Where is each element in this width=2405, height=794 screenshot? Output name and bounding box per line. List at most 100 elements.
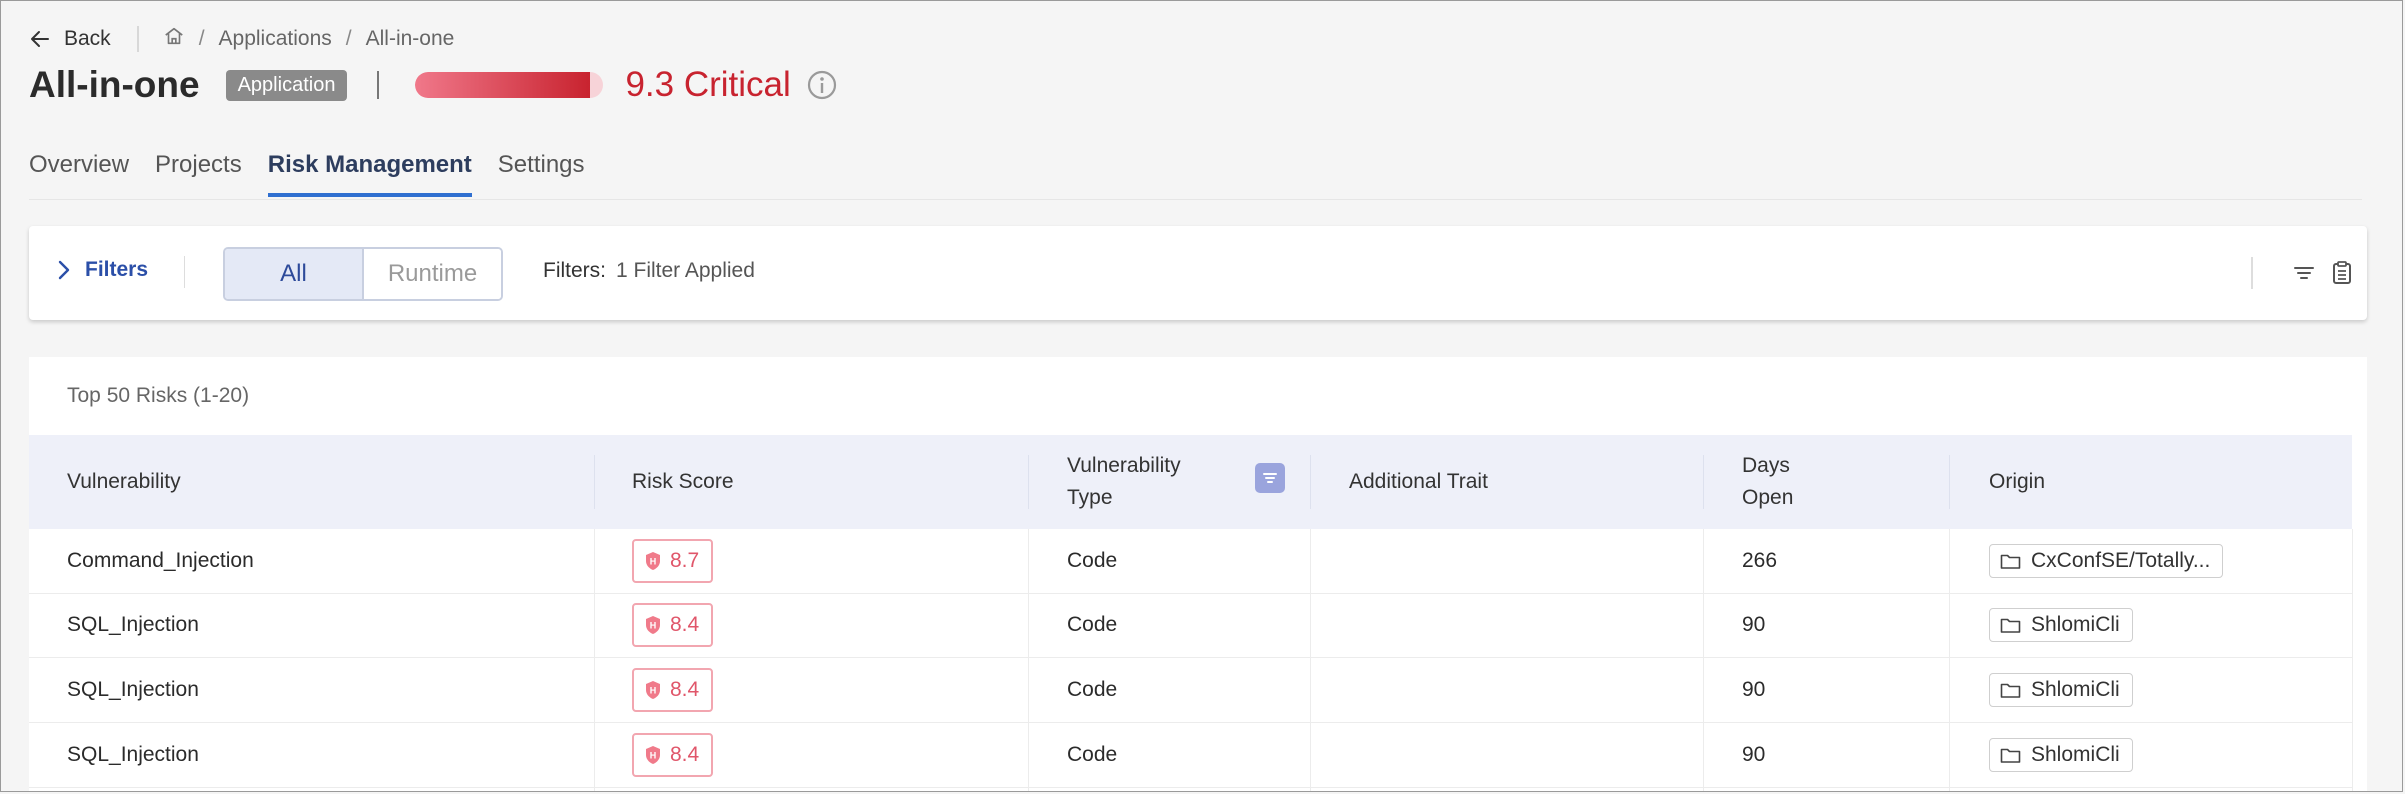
shield-icon: H: [646, 746, 660, 764]
tab-bar: Overview Projects Risk Management Settin…: [29, 151, 585, 197]
column-header-additional-trait[interactable]: Additional Trait: [1349, 435, 1488, 529]
title-row: All-in-one Application 9.3 Critical: [29, 61, 837, 109]
column-header-days-open[interactable]: Days Open: [1742, 435, 1793, 529]
column-divider: [594, 455, 595, 509]
risk-score-value: 8.4: [670, 743, 700, 766]
folder-icon: [2000, 618, 2021, 633]
origin-chip[interactable]: ShlomiCli: [1989, 608, 2133, 642]
filters-toggle-label: Filters: [85, 258, 149, 281]
vulnerability-type: Code: [1067, 743, 1118, 766]
risk-score-chip[interactable]: H 8.4: [632, 603, 714, 647]
column-divider: [2352, 529, 2353, 791]
tab-overview[interactable]: Overview: [29, 151, 129, 197]
breadcrumb-current: All-in-one: [365, 27, 455, 50]
column-divider: [1949, 455, 1950, 509]
filters-toggle[interactable]: Filters: [55, 258, 148, 282]
days-open: 266: [1742, 549, 1778, 572]
home-icon[interactable]: [163, 25, 185, 53]
breadcrumb: / Applications / All-in-one: [163, 25, 455, 53]
origin-chip[interactable]: ShlomiCli: [1989, 673, 2133, 707]
applied-filters-label: Filters:: [543, 259, 606, 282]
table-row[interactable]: SQL_Injection H 8.4 Code 90 ShlomiCli: [29, 658, 2352, 723]
table-title: Top 50 Risks (1-20): [67, 384, 250, 407]
breadcrumb-applications[interactable]: Applications: [219, 27, 332, 51]
clipboard-icon[interactable]: [2329, 260, 2355, 286]
risk-score-chip[interactable]: H 8.4: [632, 668, 714, 712]
column-divider: [1703, 455, 1704, 509]
risk-score-value: 8.4: [670, 678, 700, 701]
risk-score-chip[interactable]: H 8.7: [632, 539, 714, 583]
chevron-right-icon: [58, 260, 70, 280]
origin-chip[interactable]: ShlomiCli: [1989, 738, 2133, 772]
breadcrumb-separator: /: [345, 27, 352, 50]
risk-score-bar: [415, 72, 604, 98]
vulnerability-type: Code: [1067, 678, 1118, 701]
shield-icon: H: [646, 616, 660, 634]
page-title: All-in-one: [29, 64, 200, 105]
filter-icon: [1263, 473, 1277, 483]
column-header-origin[interactable]: Origin: [1989, 435, 2045, 529]
table-row[interactable]: SQL_Injection H 8.4 Code 90 ShlomiCli: [29, 593, 2352, 658]
info-icon[interactable]: [807, 70, 837, 100]
filter-list-icon[interactable]: [2291, 260, 2317, 286]
risk-score-value: 8.4: [670, 613, 700, 636]
shield-icon: H: [646, 681, 660, 699]
vulnerability-name[interactable]: Command_Injection: [67, 529, 254, 593]
divider: [184, 256, 185, 288]
risk-score-bar-fill: [415, 72, 591, 98]
shield-icon: H: [646, 552, 660, 570]
column-divider: [1310, 455, 1311, 509]
arrow-left-icon: [31, 31, 49, 47]
column-header-type-line2: Type: [1067, 486, 1113, 509]
origin-label: ShlomiCli: [2031, 743, 2120, 766]
app-window: Back / Applications / All-in-one All-in-…: [0, 0, 2403, 792]
breadcrumb-separator: /: [198, 27, 205, 50]
back-button[interactable]: Back: [28, 27, 111, 51]
origin-label: ShlomiCli: [2031, 613, 2120, 636]
column-header-type-line1: Vulnerability: [1067, 454, 1181, 477]
divider: [136, 26, 139, 52]
severity-letter: H: [650, 686, 657, 696]
column-divider: [1028, 455, 1029, 509]
risk-score-label: 9.3 Critical: [625, 65, 791, 104]
column-header-risk-score[interactable]: Risk Score: [632, 435, 734, 529]
column-header-vulnerability[interactable]: Vulnerability: [67, 435, 181, 529]
segment-runtime[interactable]: Runtime: [364, 249, 501, 299]
severity-letter: H: [650, 557, 657, 567]
tab-projects[interactable]: Projects: [155, 151, 242, 197]
column-header-days-line2: Open: [1742, 486, 1794, 509]
vulnerability-name[interactable]: SQL_Injection: [67, 593, 199, 657]
divider: [2251, 257, 2253, 289]
folder-icon: [2000, 683, 2021, 698]
column-header-vulnerability-type[interactable]: Vulnerability Type: [1067, 435, 1181, 529]
origin-chip[interactable]: CxConfSE/Totally...: [1989, 544, 2224, 578]
vulnerability-name[interactable]: SQL_Injection: [67, 658, 199, 722]
column-header-days-line1: Days: [1742, 454, 1790, 477]
type-badge: Application: [225, 69, 348, 101]
scope-segmented-control: All Runtime: [223, 247, 503, 301]
vulnerability-type: Code: [1067, 549, 1118, 572]
risk-score-chip[interactable]: H 8.4: [632, 733, 714, 777]
days-open: 90: [1742, 613, 1766, 636]
severity-letter: H: [650, 621, 657, 631]
origin-label: ShlomiCli: [2031, 678, 2120, 701]
divider: [377, 71, 380, 99]
days-open: 90: [1742, 678, 1766, 701]
folder-icon: [2000, 748, 2021, 763]
table-header: Vulnerability Risk Score Vulnerability T…: [29, 435, 2352, 529]
tabs-divider: [29, 199, 2362, 200]
risks-table-card: Top 50 Risks (1-20) Vulnerability Risk S…: [29, 357, 2367, 791]
tab-settings[interactable]: Settings: [498, 151, 585, 197]
tab-risk-management[interactable]: Risk Management: [267, 151, 472, 197]
table-row[interactable]: Command_Injection H 8.7 Code 266 CxConfSE/Tot…: [29, 529, 2352, 594]
severity-letter: H: [650, 751, 657, 761]
filter-bar: Filters All Runtime Filters: 1 Filter App…: [29, 226, 2367, 320]
risk-score-value: 8.7: [670, 549, 700, 572]
table-row[interactable]: SQL_Injection H 8.4 Code 90 ShlomiCli: [29, 723, 2352, 788]
type-filter-button[interactable]: [1255, 463, 1285, 493]
segment-all[interactable]: All: [225, 249, 364, 299]
vulnerability-name[interactable]: SQL_Injection: [67, 723, 199, 787]
vulnerability-type: Code: [1067, 613, 1118, 636]
back-label: Back: [64, 27, 111, 50]
origin-label: CxConfSE/Totally...: [2031, 549, 2211, 572]
